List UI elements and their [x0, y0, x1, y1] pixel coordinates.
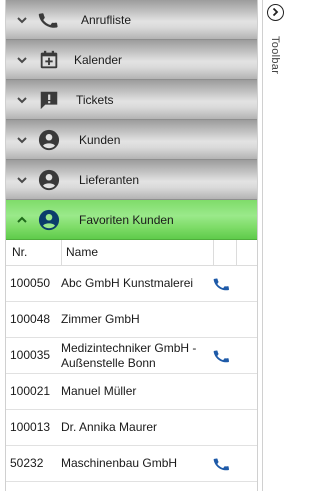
- chevron-up-icon: [17, 216, 27, 223]
- cell-name: Dr. Annika Maurer: [61, 420, 158, 434]
- phone-icon[interactable]: [213, 275, 231, 293]
- section-header-lieferanten[interactable]: Lieferanten: [6, 160, 257, 200]
- column-divider[interactable]: [61, 240, 62, 265]
- table-row[interactable]: 100048 Zimmer GmbH: [6, 302, 257, 338]
- toolbar-label[interactable]: Toolbar: [269, 36, 281, 74]
- cell-nr: 100013: [10, 420, 51, 434]
- toolbar-expand-button[interactable]: [267, 4, 284, 21]
- person-icon: [38, 169, 60, 191]
- chevron-down-icon: [17, 137, 27, 144]
- section-header-anrufliste[interactable]: Anrufliste: [6, 0, 257, 40]
- section-header-tickets[interactable]: Tickets: [6, 80, 257, 120]
- phone-icon: [38, 13, 58, 28]
- cell-nr: 100035: [10, 348, 51, 362]
- table-row[interactable]: 100013 Dr. Annika Maurer: [6, 410, 257, 446]
- cell-name: Zimmer GmbH: [61, 312, 140, 326]
- person-icon: [38, 209, 60, 231]
- table-row[interactable]: 100035 Medizintechniker GmbH - Außenstel…: [6, 338, 257, 374]
- section-header-kalender[interactable]: Kalender: [6, 40, 257, 80]
- table-row[interactable]: 100050 Abc GmbH Kunstmalerei: [6, 266, 257, 302]
- calendar-icon: [40, 50, 58, 69]
- chevron-right-icon: [272, 7, 279, 17]
- chevron-down-icon: [17, 57, 27, 64]
- accordion-panel: Anrufliste Kalender Tickets Kunden Liefe…: [5, 0, 258, 491]
- section-header-favoriten-kunden[interactable]: Favoriten Kunden: [6, 200, 257, 240]
- section-label-anrufliste: Anrufliste: [81, 13, 132, 27]
- cell-nr: 100050: [10, 276, 51, 290]
- cell-nr: 100048: [10, 312, 51, 326]
- cell-nr: 100021: [10, 384, 51, 398]
- toolbar-strip: Toolbar: [262, 0, 293, 491]
- chevron-down-icon: [17, 177, 27, 184]
- column-header-name[interactable]: Name: [66, 240, 98, 265]
- table-row[interactable]: 100021 Manuel Müller: [6, 374, 257, 410]
- section-header-kunden[interactable]: Kunden: [6, 120, 257, 160]
- section-label-kunden: Kunden: [79, 133, 121, 147]
- section-label-lieferanten: Lieferanten: [79, 173, 140, 187]
- ticket-icon: [40, 91, 58, 110]
- grid-header: Nr. Name: [6, 240, 257, 266]
- column-divider[interactable]: [236, 240, 237, 265]
- section-label-favoriten-kunden: Favoriten Kunden: [79, 213, 174, 227]
- chevron-down-icon: [17, 17, 27, 24]
- phone-icon[interactable]: [213, 347, 231, 365]
- person-icon: [38, 129, 60, 151]
- column-header-nr[interactable]: Nr.: [12, 240, 27, 265]
- cell-name: Manuel Müller: [61, 384, 137, 398]
- section-label-kalender: Kalender: [74, 53, 123, 67]
- column-divider[interactable]: [213, 240, 214, 265]
- cell-name: Medizintechniker GmbH - Außenstelle Bonn: [61, 340, 197, 370]
- section-label-tickets: Tickets: [76, 93, 114, 107]
- cell-name: Maschinenbau GmbH: [61, 456, 178, 470]
- phone-icon[interactable]: [213, 455, 231, 473]
- table-row[interactable]: 50232 Maschinenbau GmbH: [6, 446, 257, 482]
- cell-nr: 50232: [10, 456, 44, 470]
- cell-name: Abc GmbH Kunstmalerei: [61, 276, 194, 290]
- chevron-down-icon: [17, 97, 27, 104]
